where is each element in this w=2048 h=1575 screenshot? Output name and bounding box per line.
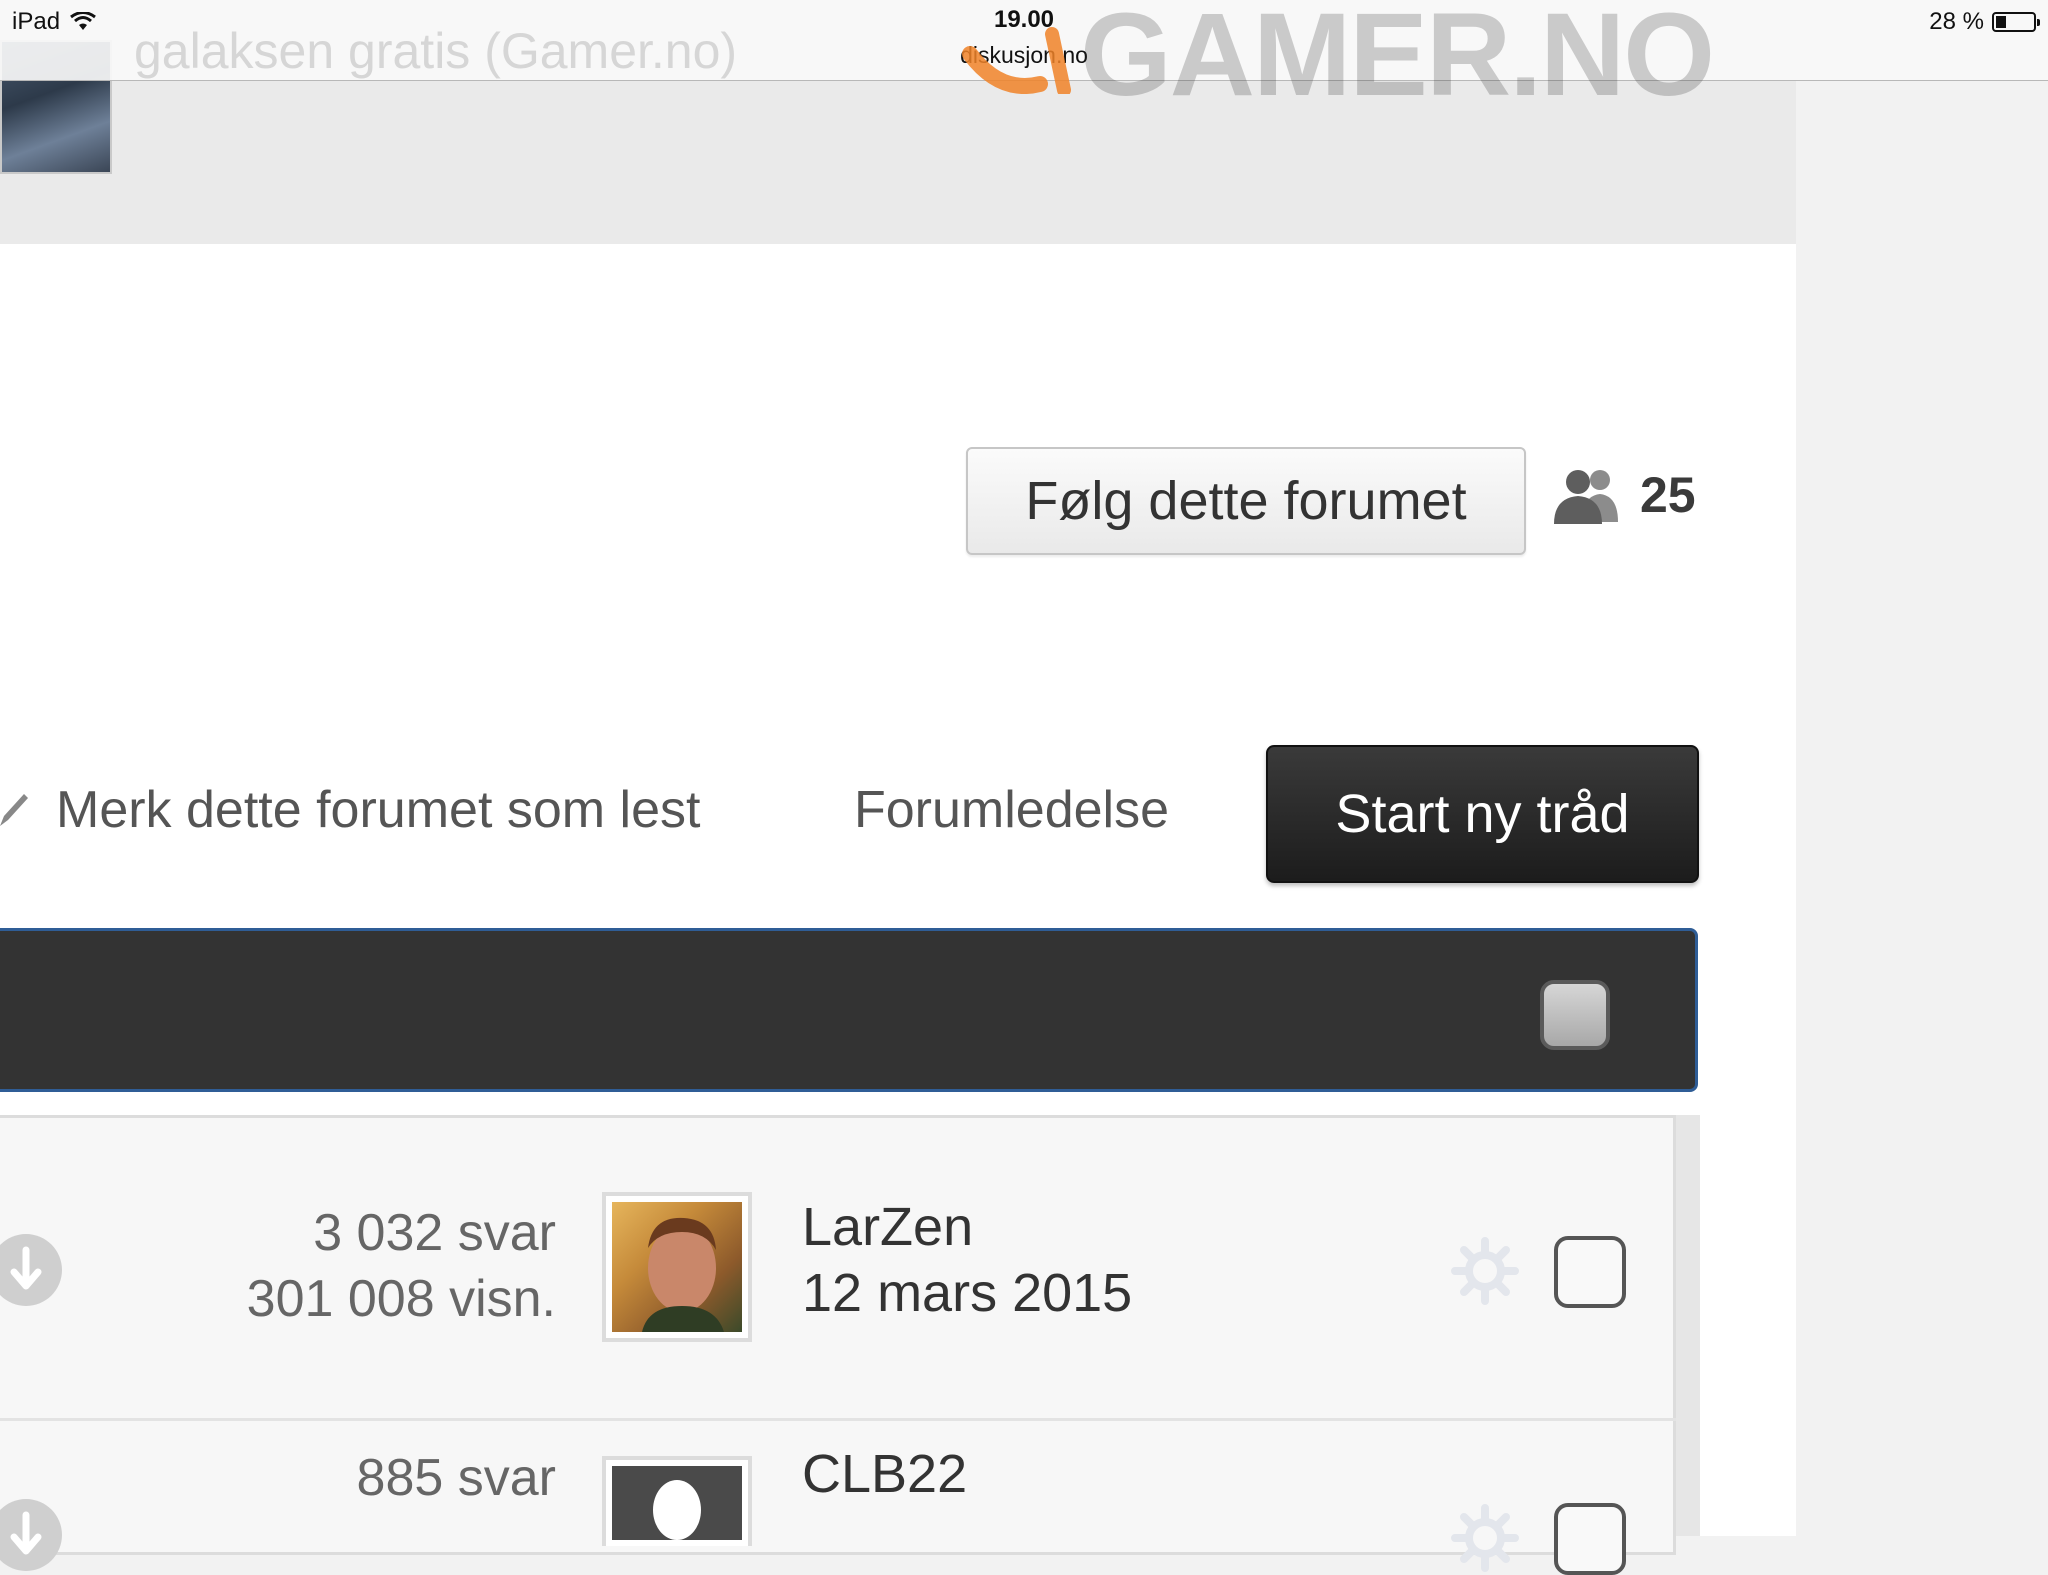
list-gutter: [1676, 1115, 1700, 1536]
gear-icon[interactable]: [1450, 1503, 1520, 1573]
thread-select-checkbox[interactable]: [1554, 1236, 1626, 1308]
table-row[interactable]: 3 032 svar 301 008 visn. LarZen 12 mars …: [0, 1118, 1676, 1421]
battery-percent: 28 %: [1929, 8, 1984, 35]
avatar[interactable]: [602, 1456, 752, 1546]
face-shape: [642, 1217, 724, 1332]
battery-level: [1996, 16, 2006, 28]
logo-text: GAMER.NO: [1080, 0, 1715, 121]
view-count: 301 008 visn.: [246, 1270, 556, 1328]
reply-count: 3 032 svar: [313, 1204, 556, 1262]
select-all-checkbox[interactable]: [1540, 980, 1610, 1050]
thread-stats: 885 svar: [357, 1445, 556, 1511]
site-logo[interactable]: GAMER.NO: [960, 0, 1715, 121]
logo-mark-icon: [962, 27, 1071, 94]
forum-moderators-link[interactable]: Forumledelse: [854, 780, 1169, 840]
gear-icon[interactable]: [1450, 1236, 1520, 1306]
last-poster: LarZen 12 mars 2015: [802, 1194, 1132, 1326]
arrow-down-circle-icon[interactable]: [0, 1495, 66, 1575]
followers-counter: 25: [1548, 466, 1696, 524]
default-avatar: [612, 1466, 742, 1540]
thread-stats: 3 032 svar 301 008 visn.: [247, 1200, 556, 1332]
poster-name[interactable]: LarZen: [802, 1194, 1132, 1260]
thread-list-header: [0, 928, 1698, 1092]
thread-select-checkbox[interactable]: [1554, 1503, 1626, 1575]
reply-count: 885 svar: [356, 1449, 556, 1507]
last-poster: CLB22: [802, 1441, 967, 1507]
start-new-thread-button[interactable]: Start ny tråd: [1266, 745, 1699, 883]
follow-forum-button[interactable]: Følg dette forumet: [966, 447, 1526, 555]
poster-name[interactable]: CLB22: [802, 1441, 967, 1507]
user-photo: [612, 1202, 742, 1332]
news-headline[interactable]: galaksen gratis (Gamer.no): [134, 22, 737, 80]
arrow-down-circle-icon[interactable]: [0, 1230, 66, 1310]
battery-indicator: 28 %: [1929, 8, 2040, 36]
post-date: 12 mars 2015: [802, 1263, 1133, 1323]
users-icon: [1554, 470, 1618, 524]
battery-icon: [1992, 12, 2040, 32]
table-row[interactable]: 885 svar CLB22: [0, 1421, 1676, 1575]
mark-forum-read-link[interactable]: Merk dette forumet som lest: [56, 780, 700, 840]
silhouette-icon: [653, 1480, 701, 1540]
avatar[interactable]: [602, 1192, 752, 1342]
followers-count: 25: [1640, 467, 1696, 523]
pencil-icon[interactable]: [0, 790, 30, 830]
